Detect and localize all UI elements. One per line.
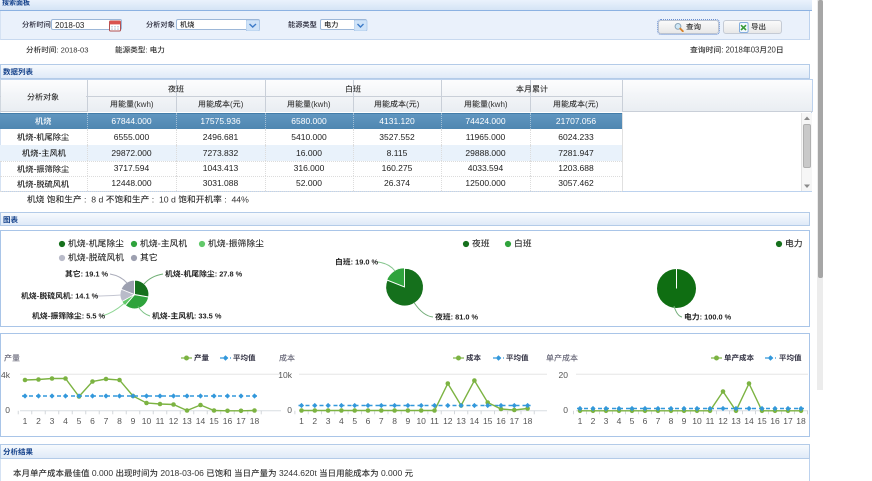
svg-text:(kwh): (kwh) bbox=[311, 99, 331, 108]
svg-text:: 19.0 %: : 19.0 % bbox=[351, 258, 379, 267]
svg-text:1: 1 bbox=[299, 416, 304, 426]
svg-text:9: 9 bbox=[406, 416, 411, 426]
svg-text:18: 18 bbox=[523, 416, 533, 426]
svg-text:: 33.5 %: : 33.5 % bbox=[194, 312, 222, 321]
svg-text:: 2018-03: : 2018-03 bbox=[56, 45, 88, 54]
svg-text:12: 12 bbox=[169, 416, 179, 426]
svg-text:10: 10 bbox=[142, 416, 152, 426]
svg-text:(: ( bbox=[585, 99, 588, 108]
svg-text:2: 2 bbox=[312, 416, 317, 426]
svg-text:8: 8 bbox=[117, 416, 122, 426]
svg-text:18: 18 bbox=[250, 416, 260, 426]
svg-text:: 19.1 %: : 19.1 % bbox=[80, 270, 108, 279]
svg-text:17: 17 bbox=[510, 416, 520, 426]
svg-text:: 44%: : 44% bbox=[222, 194, 249, 204]
svg-text:: 14.1 %: : 14.1 % bbox=[71, 292, 99, 301]
svg-text:15: 15 bbox=[757, 416, 767, 426]
svg-text:4: 4 bbox=[63, 416, 68, 426]
svg-text:13: 13 bbox=[731, 416, 741, 426]
svg-text:14: 14 bbox=[470, 416, 480, 426]
svg-text:: 8 d: : 8 d bbox=[82, 194, 106, 204]
svg-text:03: 03 bbox=[751, 45, 760, 54]
svg-text:9: 9 bbox=[131, 416, 136, 426]
svg-text:: 81.0 %: : 81.0 % bbox=[451, 313, 479, 322]
svg-text:1: 1 bbox=[23, 416, 28, 426]
svg-text:12: 12 bbox=[443, 416, 453, 426]
svg-text:(kwh): (kwh) bbox=[134, 99, 154, 108]
svg-text:12: 12 bbox=[718, 416, 728, 426]
svg-text:20: 20 bbox=[768, 45, 777, 54]
svg-text:15: 15 bbox=[483, 416, 493, 426]
svg-text:10: 10 bbox=[416, 416, 426, 426]
svg-text:: 27.8 %: : 27.8 % bbox=[215, 270, 243, 279]
svg-text:13: 13 bbox=[456, 416, 466, 426]
svg-text:: 100.0 %: : 100.0 % bbox=[700, 313, 732, 322]
svg-text:4: 4 bbox=[339, 416, 344, 426]
svg-text:(: ( bbox=[230, 99, 233, 108]
svg-text:14: 14 bbox=[196, 416, 206, 426]
svg-text:: 5.5 %: : 5.5 % bbox=[82, 312, 106, 321]
svg-text:16: 16 bbox=[496, 416, 506, 426]
svg-text:17: 17 bbox=[783, 416, 793, 426]
svg-text:6: 6 bbox=[643, 416, 648, 426]
svg-text:11: 11 bbox=[156, 416, 165, 426]
svg-text:16: 16 bbox=[770, 416, 780, 426]
svg-text:8: 8 bbox=[392, 416, 397, 426]
svg-text:2: 2 bbox=[36, 416, 41, 426]
svg-text:13: 13 bbox=[182, 416, 192, 426]
svg-text:8: 8 bbox=[669, 416, 674, 426]
svg-text:: 2018: : 2018 bbox=[722, 45, 744, 54]
svg-text:5: 5 bbox=[630, 416, 635, 426]
svg-text:(: ( bbox=[406, 99, 409, 108]
svg-text:7: 7 bbox=[656, 416, 661, 426]
svg-text:11: 11 bbox=[430, 416, 439, 426]
svg-text:10: 10 bbox=[692, 416, 702, 426]
svg-text:15: 15 bbox=[209, 416, 219, 426]
svg-text:4: 4 bbox=[617, 416, 622, 426]
svg-text:: 10 d: : 10 d bbox=[149, 194, 178, 204]
svg-text:): ) bbox=[596, 99, 599, 108]
svg-text:2: 2 bbox=[591, 416, 596, 426]
svg-text:9: 9 bbox=[682, 416, 687, 426]
svg-text:1: 1 bbox=[578, 416, 583, 426]
svg-text:6: 6 bbox=[90, 416, 95, 426]
svg-text:(kwh): (kwh) bbox=[488, 99, 508, 108]
svg-text:3: 3 bbox=[50, 416, 55, 426]
svg-text:18: 18 bbox=[796, 416, 806, 426]
svg-text:7: 7 bbox=[104, 416, 109, 426]
svg-text:5: 5 bbox=[77, 416, 82, 426]
svg-text:17: 17 bbox=[236, 416, 246, 426]
svg-text:3: 3 bbox=[604, 416, 609, 426]
svg-text:11: 11 bbox=[706, 416, 715, 426]
svg-text:16: 16 bbox=[223, 416, 233, 426]
svg-text:): ) bbox=[417, 99, 420, 108]
svg-text::: : bbox=[145, 45, 149, 54]
svg-text:): ) bbox=[240, 99, 243, 108]
svg-text:14: 14 bbox=[744, 416, 754, 426]
svg-text:5: 5 bbox=[352, 416, 357, 426]
svg-text:6: 6 bbox=[366, 416, 371, 426]
svg-text:3: 3 bbox=[326, 416, 331, 426]
svg-text:7: 7 bbox=[379, 416, 384, 426]
